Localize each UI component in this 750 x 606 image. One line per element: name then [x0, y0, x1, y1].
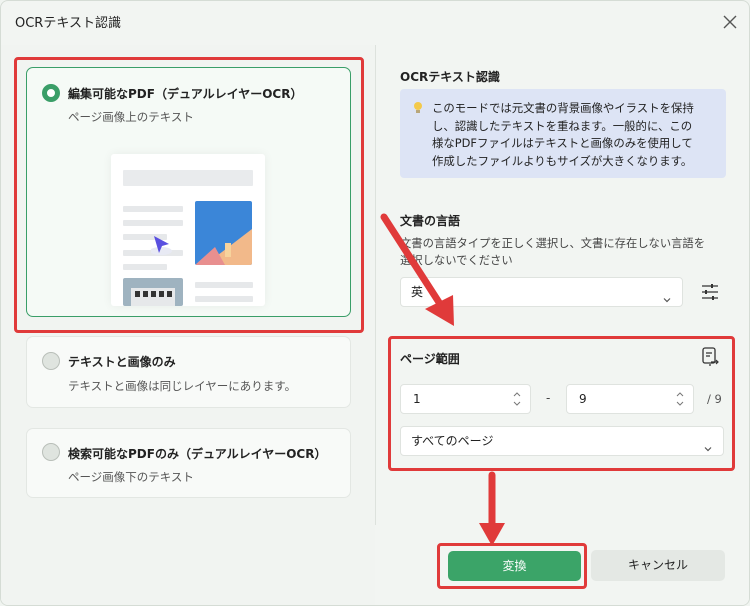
convert-button[interactable]: 変換 [448, 551, 581, 581]
page-scope-value: すべてのページ [411, 434, 494, 448]
radio-unselected[interactable] [42, 443, 60, 461]
language-select[interactable]: 英 [400, 277, 683, 307]
language-description: 文書の言語タイプを正しく選択し、文書に存在しない言語を 選択しないでください [400, 235, 728, 269]
ocr-section-title: OCRテキスト認識 [400, 70, 500, 84]
chevron-down-icon [662, 287, 672, 315]
settings-content: OCRテキスト認識 このモードでは元文書の背景画像やイラストを保持 し、認識した… [376, 45, 749, 605]
info-line: し、認識したテキストを重ねます。一般的に、この [432, 118, 693, 133]
radio-selected[interactable] [42, 84, 60, 102]
chevron-down-icon [703, 436, 713, 464]
option-title: 検索可能なPDFのみ（デュアルレイヤーOCR） [68, 447, 327, 461]
desc-line: 文書の言語タイプを正しく選択し、文書に存在しない言語を [400, 237, 706, 250]
landscape-image [195, 201, 252, 265]
page-to-input[interactable]: 9 [566, 384, 694, 414]
desc-line: 選択しないでください [400, 254, 513, 267]
language-select-value: 英 [411, 285, 424, 299]
spinner-arrows-icon[interactable] [512, 390, 522, 418]
page-scope-select[interactable]: すべてのページ [400, 426, 724, 456]
language-section-title: 文書の言語 [400, 214, 461, 228]
page-range-icon[interactable] [699, 346, 721, 368]
settings-sliders-icon[interactable] [699, 281, 721, 303]
option-subtitle: ページ画像下のテキスト [68, 470, 194, 484]
cancel-button[interactable]: キャンセル [591, 550, 725, 581]
info-box: このモードでは元文書の背景画像やイラストを保持 し、認識したテキストを重ねます。… [400, 89, 726, 178]
dialog-title: OCRテキスト認識 [15, 16, 121, 31]
range-separator: - [546, 391, 551, 405]
option-subtitle: テキストと画像は同じレイヤーにあります。 [68, 379, 297, 393]
page-to-value: 9 [579, 392, 587, 406]
close-icon[interactable] [720, 12, 740, 32]
page-from-value: 1 [413, 392, 421, 406]
option-title: 編集可能なPDF（デュアルレイヤーOCR） [68, 87, 303, 101]
option-subtitle: ページ画像上のテキスト [68, 110, 194, 124]
building-image [123, 278, 183, 306]
option-title: テキストと画像のみ [68, 355, 176, 369]
info-line: 作成したファイルよりもサイズが大きくなります。 [432, 153, 693, 168]
info-line: このモードでは元文書の背景画像やイラストを保持 [432, 101, 694, 115]
page-from-input[interactable]: 1 [400, 384, 531, 414]
option-text-and-image[interactable]: テキストと画像のみ テキストと画像は同じレイヤーにあります。 [26, 336, 351, 408]
option-searchable-pdf[interactable]: 検索可能なPDFのみ（デュアルレイヤーOCR） ページ画像下のテキスト [26, 428, 351, 498]
spinner-arrows-icon[interactable] [675, 390, 685, 418]
cursor-icon [150, 234, 173, 260]
option-editable-pdf[interactable]: 編集可能なPDF（デュアルレイヤーOCR） ページ画像上のテキスト [26, 67, 351, 317]
lightbulb-icon [413, 101, 423, 121]
ocr-dialog: OCRテキスト認識 編集可能なPDF（デュアルレイヤーOCR） ページ画像上のテ… [0, 0, 750, 606]
page-total: / 9 [707, 392, 722, 406]
info-line: 様なPDFファイルはテキストと画像のみを使用して [432, 136, 693, 150]
radio-unselected[interactable] [42, 352, 60, 370]
document-illustration [111, 154, 265, 306]
page-range-title: ページ範囲 [400, 352, 460, 366]
